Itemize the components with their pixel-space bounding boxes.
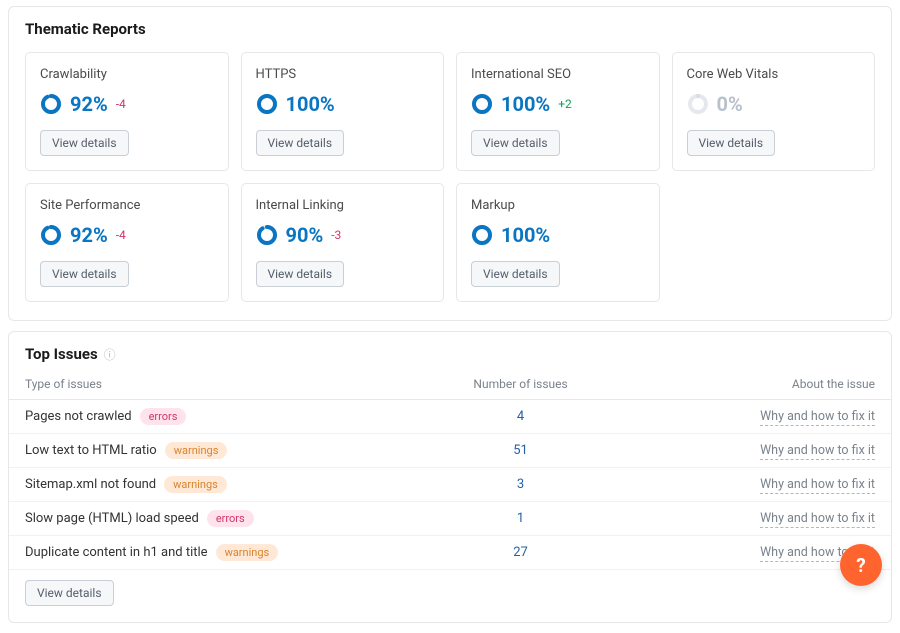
issue-row: Sitemap.xml not found warnings 3 Why and… (9, 468, 891, 502)
thematic-reports-panel: Thematic Reports Crawlability 92% -4 Vie… (8, 6, 892, 321)
issue-row: Duplicate content in h1 and title warnin… (9, 536, 891, 570)
view-details-button[interactable]: View details (25, 580, 114, 606)
view-details-button[interactable]: View details (687, 130, 776, 156)
info-icon[interactable]: ⓘ (104, 346, 116, 363)
view-details-button[interactable]: View details (40, 261, 129, 287)
top-issues-header: Top Issues ⓘ (9, 332, 891, 371)
card-value-row: 100% (256, 92, 430, 116)
issue-count[interactable]: 1 (517, 511, 524, 526)
thematic-card: Internal Linking 90% -3 View details (241, 183, 445, 302)
thematic-reports-title: Thematic Reports (25, 20, 146, 38)
card-delta: +2 (558, 97, 572, 111)
card-percent: 92% (70, 92, 108, 116)
card-percent: 90% (286, 223, 324, 247)
card-title: Internal Linking (256, 198, 430, 213)
thematic-card: Markup 100% View details (456, 183, 660, 302)
fix-link[interactable]: Why and how to fix it (760, 477, 875, 494)
issue-badge: warnings (164, 476, 227, 493)
issue-name: Sitemap.xml not found (25, 477, 156, 492)
card-title: HTTPS (256, 67, 430, 82)
card-title: Core Web Vitals (687, 67, 861, 82)
thematic-reports-header: Thematic Reports (9, 7, 891, 48)
top-issues-title: Top Issues (25, 345, 98, 363)
view-details-button[interactable]: View details (471, 261, 560, 287)
issue-row: Low text to HTML ratio warnings 51 Why a… (9, 434, 891, 468)
issue-badge: warnings (165, 442, 228, 459)
issue-badge: errors (207, 510, 254, 527)
card-percent: 0% (717, 92, 743, 116)
donut-icon (256, 224, 278, 246)
thematic-cards-grid: Crawlability 92% -4 View details HTTPS 1… (9, 48, 891, 320)
card-title: Markup (471, 198, 645, 213)
fix-link[interactable]: Why and how to fix it (760, 511, 875, 528)
card-value-row: 100% +2 (471, 92, 645, 116)
donut-icon (687, 93, 709, 115)
card-value-row: 90% -3 (256, 223, 430, 247)
card-title: International SEO (471, 67, 645, 82)
issue-badge: errors (140, 408, 187, 425)
help-button[interactable]: ? (840, 544, 882, 586)
donut-icon (256, 93, 278, 115)
donut-icon (40, 93, 62, 115)
issue-count[interactable]: 51 (513, 443, 528, 458)
issue-name: Duplicate content in h1 and title (25, 545, 208, 560)
card-delta: -4 (116, 97, 126, 111)
donut-icon (471, 224, 493, 246)
fix-link[interactable]: Why and how to fix it (760, 443, 875, 460)
issue-row: Pages not crawled errors 4 Why and how t… (9, 400, 891, 434)
card-title: Crawlability (40, 67, 214, 82)
issue-name: Slow page (HTML) load speed (25, 511, 199, 526)
card-percent: 100% (286, 92, 335, 116)
card-value-row: 92% -4 (40, 223, 214, 247)
donut-icon (471, 93, 493, 115)
column-header-count: Number of issues (432, 371, 608, 400)
thematic-card: Core Web Vitals 0% View details (672, 52, 876, 171)
card-title: Site Performance (40, 198, 214, 213)
issue-count[interactable]: 3 (517, 477, 524, 492)
thematic-card: Crawlability 92% -4 View details (25, 52, 229, 171)
view-details-button[interactable]: View details (256, 130, 345, 156)
top-issues-footer: View details (9, 569, 891, 622)
card-value-row: 100% (471, 223, 645, 247)
column-header-type: Type of issues (9, 371, 432, 400)
fix-link[interactable]: Why and how to fix it (760, 409, 875, 426)
view-details-button[interactable]: View details (40, 130, 129, 156)
card-value-row: 92% -4 (40, 92, 214, 116)
card-percent: 92% (70, 223, 108, 247)
issue-row: Slow page (HTML) load speed errors 1 Why… (9, 502, 891, 536)
thematic-card: Site Performance 92% -4 View details (25, 183, 229, 302)
issue-name: Low text to HTML ratio (25, 443, 157, 458)
card-percent: 100% (501, 92, 550, 116)
thematic-card: International SEO 100% +2 View details (456, 52, 660, 171)
view-details-button[interactable]: View details (256, 261, 345, 287)
view-details-button[interactable]: View details (471, 130, 560, 156)
issue-name: Pages not crawled (25, 409, 132, 424)
top-issues-panel: Top Issues ⓘ Type of issues Number of is… (8, 331, 892, 623)
card-value-row: 0% (687, 92, 861, 116)
card-delta: -3 (331, 228, 341, 242)
help-icon: ? (856, 554, 865, 577)
column-header-about: About the issue (609, 371, 891, 400)
top-issues-table: Type of issues Number of issues About th… (9, 371, 891, 569)
thematic-card: HTTPS 100% View details (241, 52, 445, 171)
card-delta: -4 (116, 228, 126, 242)
issue-count[interactable]: 4 (517, 409, 524, 424)
donut-icon (40, 224, 62, 246)
card-percent: 100% (501, 223, 550, 247)
issue-badge: warnings (216, 544, 279, 561)
issue-count[interactable]: 27 (513, 545, 528, 560)
